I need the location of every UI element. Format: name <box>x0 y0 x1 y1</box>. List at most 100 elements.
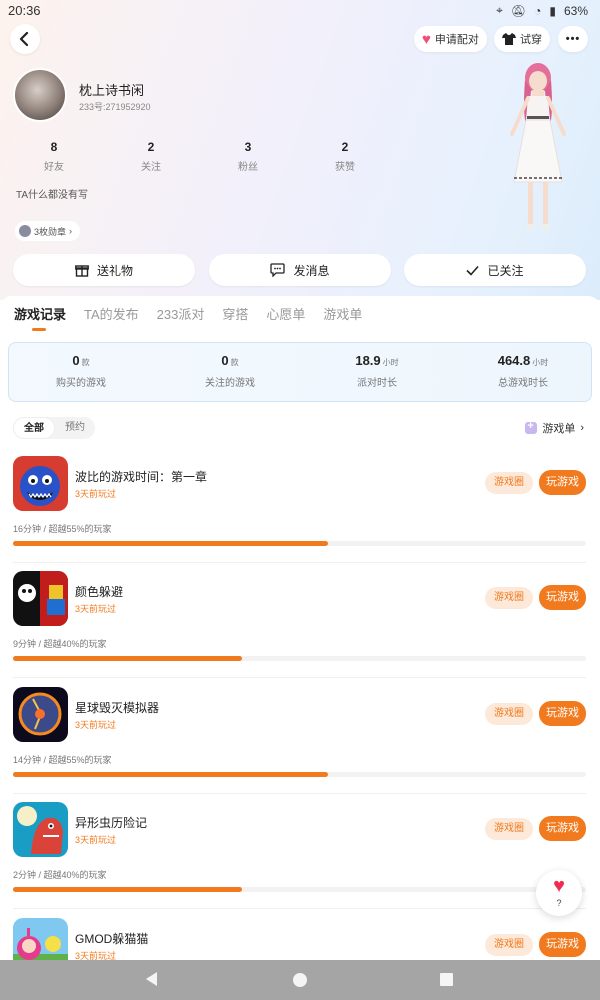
game-name: 异形虫历险记 <box>75 816 148 830</box>
game-icon <box>13 687 68 742</box>
wifi-icon: ◔ <box>534 3 542 18</box>
user-id: 233号:271952920 <box>79 102 151 112</box>
tab-233-party[interactable]: 233派对 <box>157 304 205 323</box>
summary-value: 464.8 <box>497 353 531 368</box>
game-row[interactable]: 颜色躲避 3天前玩过 游戏圈 玩游戏 9分钟 / 超越40%的玩家 <box>0 571 600 686</box>
content-panel: 游戏记录 TA的发布 233派对 穿搭 心愿单 游戏单 0款 购买的游戏 0款 … <box>0 296 600 960</box>
progress-track <box>13 656 586 661</box>
nav-back-icon[interactable] <box>146 972 157 986</box>
stat-label: 好友 <box>44 162 64 173</box>
tab-outfits[interactable]: 穿搭 <box>222 304 248 323</box>
play-game-button[interactable]: 玩游戏 <box>539 932 586 957</box>
play-game-button[interactable]: 玩游戏 <box>539 470 586 495</box>
filter-reserve[interactable]: 预约 <box>55 417 95 439</box>
game-circle-button[interactable]: 游戏圈 <box>485 818 533 840</box>
play-game-button[interactable]: 玩游戏 <box>539 701 586 726</box>
try-on-label: 试穿 <box>520 34 542 46</box>
divider <box>13 793 586 794</box>
summary-label: 派对时长 <box>357 378 397 389</box>
nav-home-icon[interactable] <box>293 973 307 987</box>
stat-fans[interactable]: 3 粉丝 <box>208 140 288 173</box>
shirt-icon <box>502 33 516 45</box>
message-icon <box>270 263 286 277</box>
game-summary-card: 0款 购买的游戏 0款 关注的游戏 18.9 小时 派对时长 464.8 小时 总游… <box>8 342 592 402</box>
stat-likes[interactable]: 2 获赞 <box>305 140 385 173</box>
battery-percent: 63% <box>563 3 588 18</box>
try-on-button[interactable]: 试穿 <box>494 26 550 52</box>
progress-track <box>13 887 586 892</box>
progress-fill <box>13 887 243 892</box>
progress-fill <box>13 541 329 546</box>
game-name: 星球毁灭模拟器 <box>75 701 160 715</box>
filter-all[interactable]: 全部 <box>13 417 55 439</box>
avatar-character[interactable] <box>498 60 576 240</box>
match-request-label: 申请配对 <box>434 34 479 46</box>
summary-followed-games: 0款 关注的游戏 <box>160 353 300 389</box>
summary-unit: 小时 <box>532 358 549 367</box>
back-button[interactable] <box>10 24 40 54</box>
play-game-button[interactable]: 玩游戏 <box>539 816 586 841</box>
game-row[interactable]: 波比的游戏时间：第一章 3天前玩过 游戏圈 玩游戏 16分钟 / 超越55%的玩… <box>0 456 600 571</box>
summary-unit: 款 <box>230 358 239 367</box>
tab-wishlist[interactable]: 心愿单 <box>266 304 305 323</box>
game-circle-button[interactable]: 游戏圈 <box>485 587 533 609</box>
stat-friends[interactable]: 8 好友 <box>14 140 94 173</box>
progress-track <box>13 541 586 546</box>
floating-heart-label: ? <box>556 898 562 908</box>
game-icon <box>13 571 68 626</box>
match-request-button[interactable]: ♥ 申请配对 <box>414 26 487 52</box>
status-bar: 20:36 ⌖ 🔕︎ ◔ ▮ 63% <box>0 0 600 22</box>
summary-purchased: 0款 购买的游戏 <box>11 353 151 389</box>
status-time: 20:36 <box>8 3 41 18</box>
send-gift-button[interactable]: 送礼物 <box>13 254 195 286</box>
followed-button[interactable]: 已关注 <box>404 254 586 286</box>
chevron-right-icon: › <box>580 422 584 434</box>
followed-label: 已关注 <box>487 263 524 278</box>
stat-label: 获赞 <box>335 162 355 173</box>
game-last-played: 3天前玩过 <box>75 489 117 499</box>
location-icon: ⌖ <box>496 3 503 17</box>
game-icon <box>13 918 68 960</box>
summary-label: 购买的游戏 <box>56 378 106 389</box>
game-circle-button[interactable]: 游戏圈 <box>485 472 533 494</box>
avatar[interactable] <box>13 68 67 122</box>
stat-following[interactable]: 2 关注 <box>111 140 191 173</box>
game-duration: 2分钟 / 超越40%的玩家 <box>13 870 107 880</box>
tab-game-lists[interactable]: 游戏单 <box>323 304 362 323</box>
divider <box>13 908 586 909</box>
heart-icon: ♥ <box>553 875 565 897</box>
floating-heart-button[interactable]: ♥ ? <box>536 870 582 916</box>
stat-value: 8 <box>50 140 58 154</box>
game-row[interactable]: GMOD躲猫猫 3天前玩过 游戏圈 玩游戏 <box>0 918 600 960</box>
game-row[interactable]: 异形虫历险记 3天前玩过 游戏圈 玩游戏 2分钟 / 超越40%的玩家 <box>0 802 600 917</box>
game-row[interactable]: 星球毁灭模拟器 3天前玩过 游戏圈 玩游戏 14分钟 / 超越55%的玩家 <box>0 687 600 802</box>
tab-posts[interactable]: TA的发布 <box>84 304 139 323</box>
summary-unit: 款 <box>81 358 90 367</box>
game-duration: 14分钟 / 超越55%的玩家 <box>13 755 112 765</box>
game-list-link[interactable]: 游戏单 › <box>525 420 584 436</box>
medal-badge-button[interactable]: 3枚勋章 › <box>15 221 81 241</box>
more-options-button[interactable]: ••• <box>558 26 588 52</box>
nav-recents-icon[interactable] <box>440 973 453 986</box>
summary-label: 关注的游戏 <box>205 378 255 389</box>
game-name: GMOD躲猫猫 <box>75 932 149 946</box>
tab-game-records[interactable]: 游戏记录 <box>14 304 66 331</box>
stat-value: 3 <box>244 140 252 154</box>
game-icon <box>13 802 68 857</box>
game-circle-button[interactable]: 游戏圈 <box>485 703 533 725</box>
send-message-button[interactable]: 发消息 <box>209 254 391 286</box>
divider <box>13 562 586 563</box>
progress-fill <box>13 772 329 777</box>
status-icons: ⌖ 🔕︎ ◔ ▮ 63% <box>496 3 588 18</box>
battery-icon: ▮ <box>549 3 556 18</box>
summary-value: 18.9 <box>355 353 381 368</box>
play-game-button[interactable]: 玩游戏 <box>539 585 586 610</box>
game-filter: 全部 预约 <box>13 417 95 439</box>
send-message-label: 发消息 <box>293 263 330 278</box>
divider <box>13 677 586 678</box>
medal-count: 3枚勋章 <box>34 226 67 237</box>
game-duration: 9分钟 / 超越40%的玩家 <box>13 639 107 649</box>
game-circle-button[interactable]: 游戏圈 <box>485 934 533 956</box>
checkmark-icon <box>466 265 480 276</box>
progress-fill <box>13 656 243 661</box>
